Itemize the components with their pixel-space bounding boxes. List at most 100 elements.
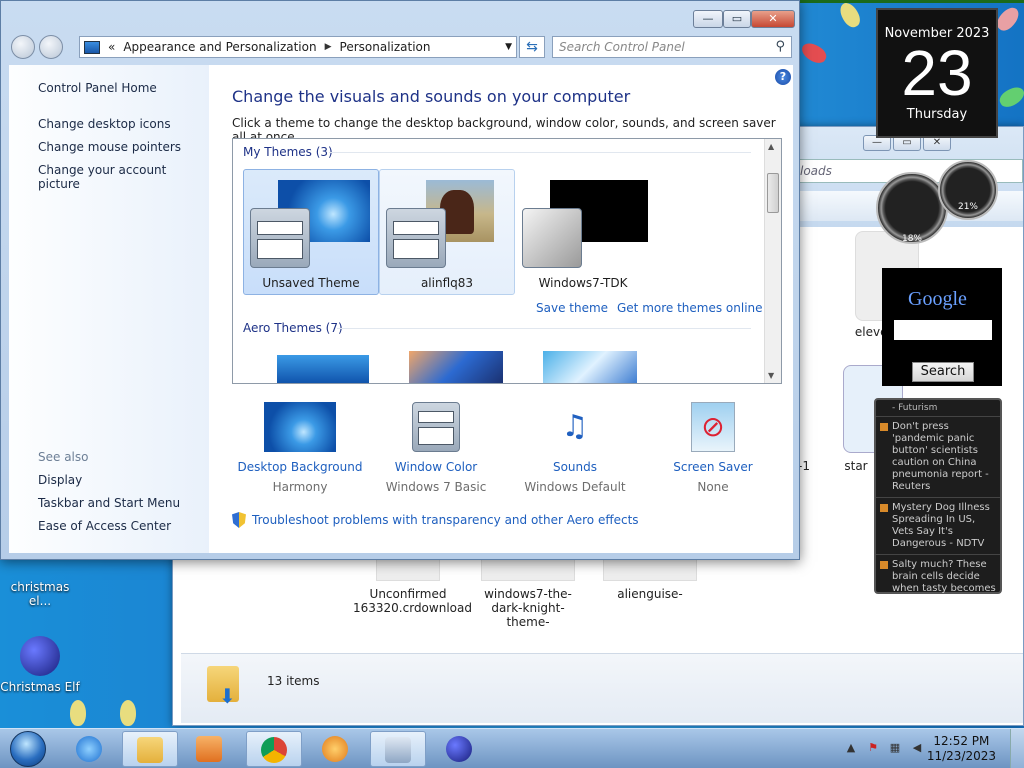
aero-theme-preview[interactable]: [543, 351, 637, 383]
theme-name: alinflq83: [420, 276, 474, 290]
google-search-gadget[interactable]: Google Search: [882, 268, 1002, 386]
memory-gauge[interactable]: 21%: [938, 160, 998, 220]
refresh-button[interactable]: ⇆: [519, 36, 545, 58]
breadcrumb-personalization[interactable]: Personalization: [340, 40, 431, 54]
clock[interactable]: 12:52 PM 11/23/2023: [927, 734, 996, 764]
taskbar-explorer[interactable]: [122, 731, 178, 767]
christmas-ornament-icon: [20, 636, 60, 676]
themes-list[interactable]: My Themes (3) Unsaved Theme alinflq83 Wi…: [232, 138, 782, 384]
get-more-themes-link[interactable]: Get more themes online: [617, 301, 763, 315]
cpu-gauge[interactable]: 18%: [876, 172, 948, 244]
item-count: 13 items: [267, 674, 320, 688]
show-desktop-button[interactable]: [1010, 729, 1024, 768]
themes-scrollbar[interactable]: ▲ ▼: [764, 139, 781, 383]
taskbar-start-menu-link[interactable]: Taskbar and Start Menu: [38, 496, 180, 510]
taskbar-control-panel[interactable]: [370, 731, 426, 767]
desktop-background-value: Harmony: [272, 480, 328, 494]
explorer-file-item[interactable]: Unconfirmed 163320.crdownload: [353, 559, 472, 615]
volume-icon[interactable]: ◀: [910, 741, 924, 755]
caption-buttons: — ▭ ✕: [693, 10, 795, 28]
desktop-background-option[interactable]: Desktop Background Harmony: [235, 402, 365, 494]
aero-theme-preview[interactable]: [277, 355, 369, 383]
taskbar-media-player[interactable]: [182, 731, 238, 767]
search-input[interactable]: Search Control Panel ⚲: [552, 36, 792, 58]
window-color-preview-icon: [386, 208, 446, 268]
chrome-icon: [261, 737, 287, 763]
breadcrumb-separator-icon[interactable]: ▶: [325, 42, 332, 52]
control-panel-icon: [385, 737, 411, 763]
desktop-icon-christmas-elf-file[interactable]: christmas el...: [0, 580, 80, 608]
back-button[interactable]: [11, 35, 35, 59]
rss-icon: [880, 423, 888, 431]
group-divider: [329, 152, 751, 153]
taskbar-internet-explorer[interactable]: [62, 731, 118, 767]
breadcrumb-appearance[interactable]: Appearance and Personalization: [123, 40, 316, 54]
change-mouse-pointers-link[interactable]: Change mouse pointers: [38, 140, 181, 154]
change-account-picture-link[interactable]: Change your account picture: [38, 163, 209, 191]
desktop-icon-christmas-elf[interactable]: Christmas Elf: [0, 636, 80, 694]
troubleshoot-row[interactable]: Troubleshoot problems with transparency …: [232, 512, 639, 528]
taskbar-3dp-chip[interactable]: [308, 731, 364, 767]
group-divider: [337, 328, 751, 329]
rss-icon: [880, 504, 888, 512]
address-bar[interactable]: « Appearance and Personalization ▶ Perso…: [79, 36, 517, 58]
memory-percent: 21%: [957, 202, 978, 212]
news-header: - Futurism: [892, 403, 938, 413]
sounds-title: Sounds: [552, 460, 598, 474]
file-thumbnail: [376, 559, 440, 581]
search-icon[interactable]: ⚲: [775, 39, 785, 54]
breadcrumb-overflow[interactable]: «: [108, 40, 115, 54]
control-panel-home-link[interactable]: Control Panel Home: [38, 81, 157, 95]
taskbar-christmas-elf[interactable]: [432, 731, 488, 767]
display-link[interactable]: Display: [38, 473, 82, 487]
google-search-button[interactable]: Search: [912, 362, 974, 382]
google-search-input[interactable]: [894, 320, 992, 340]
show-hidden-icons-icon[interactable]: ▲: [844, 741, 858, 755]
explorer-file-item[interactable]: windows7-the-dark-knight-theme-: [473, 559, 583, 629]
help-icon[interactable]: ?: [775, 69, 791, 85]
folder-icon: [137, 737, 163, 763]
desktop-icon-label: christmas el...: [10, 580, 70, 608]
scroll-down-icon[interactable]: ▼: [768, 371, 774, 380]
file-thumbnail: [481, 559, 575, 581]
theme-alinflq83[interactable]: alinflq83: [379, 169, 515, 295]
christmas-bulb: [120, 700, 136, 726]
scroll-up-icon[interactable]: ▲: [768, 142, 774, 151]
window-color-option[interactable]: Window Color Windows 7 Basic: [371, 402, 501, 494]
maximize-button[interactable]: ▭: [723, 10, 751, 28]
troubleshoot-link[interactable]: Troubleshoot problems with transparency …: [252, 513, 639, 527]
chevron-down-icon[interactable]: ▼: [505, 42, 512, 52]
start-button[interactable]: [2, 729, 54, 768]
action-center-icon[interactable]: ⚑: [866, 741, 880, 755]
save-theme-link[interactable]: Save theme: [536, 301, 608, 315]
forward-button[interactable]: [39, 35, 63, 59]
minimize-button[interactable]: —: [693, 10, 723, 28]
taskbar-chrome[interactable]: [246, 731, 302, 767]
window-color-preview-icon: [522, 208, 582, 268]
theme-unsaved[interactable]: Unsaved Theme: [243, 169, 379, 295]
news-item[interactable]: Don't press 'pandemic panic button' scie…: [876, 416, 1000, 497]
desktop-background-title: Desktop Background: [237, 460, 363, 474]
network-icon[interactable]: ▦: [888, 741, 902, 755]
news-item[interactable]: Salty much? These brain cells decide whe…: [876, 554, 1000, 599]
sounds-option[interactable]: ♫ Sounds Windows Default: [510, 402, 640, 494]
file-thumbnail: [603, 559, 697, 581]
calendar-gadget[interactable]: November 2023 23 Thursday: [876, 8, 998, 138]
internet-explorer-icon: [76, 736, 102, 762]
theme-name: Windows7-TDK: [538, 276, 628, 290]
personalization-window[interactable]: — ▭ ✕ « Appearance and Personalization ▶…: [0, 0, 800, 560]
screen-saver-option[interactable]: ⊘ Screen Saver None: [648, 402, 778, 494]
close-button[interactable]: ✕: [751, 10, 795, 28]
aero-theme-preview[interactable]: [409, 351, 503, 383]
ease-of-access-link[interactable]: Ease of Access Center: [38, 519, 171, 533]
news-item[interactable]: Mystery Dog Illness Spreading In US, Vet…: [876, 497, 1000, 554]
christmas-ornament-icon: [446, 736, 472, 762]
search-placeholder: Search Control Panel: [559, 40, 685, 54]
theme-windows7-tdk[interactable]: Windows7-TDK: [515, 169, 651, 295]
news-feed-gadget[interactable]: - Futurism Don't press 'pandemic panic b…: [874, 398, 1002, 594]
desktop-background-icon: [264, 402, 336, 452]
explorer-file-item[interactable]: alienguise-: [595, 559, 705, 601]
change-desktop-icons-link[interactable]: Change desktop icons: [38, 117, 171, 131]
taskbar: ▲ ⚑ ▦ ◀ 12:52 PM 11/23/2023: [0, 728, 1024, 768]
scrollbar-thumb[interactable]: [767, 173, 779, 213]
